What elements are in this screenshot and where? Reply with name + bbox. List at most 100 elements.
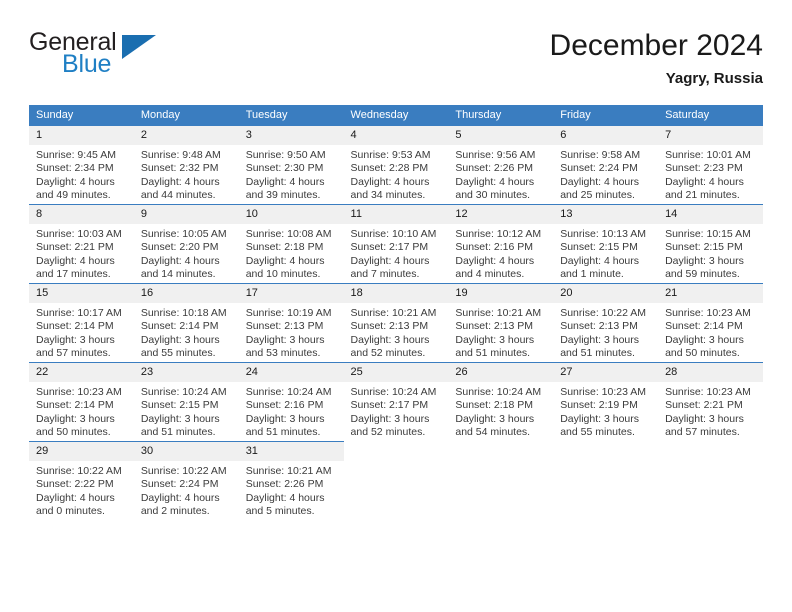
sunrise-time: Sunrise: 10:01 AM xyxy=(665,149,751,161)
sunrise-time: Sunrise: 10:21 AM xyxy=(350,307,437,319)
daylight-duration-line1: Daylight: 4 hours xyxy=(245,175,325,188)
daylight-duration-line1: Daylight: 4 hours xyxy=(36,491,115,504)
calendar-day-cell[interactable]: 24 Sunrise: 10:24 AM Sunset: 2:16 PM Daylig… xyxy=(238,362,344,442)
daylight-duration-line2: and 52 minutes. xyxy=(350,347,426,360)
sunrise-time: Sunrise: 10:21 AM xyxy=(245,465,332,477)
day-number: 16 xyxy=(133,284,239,303)
day-details: Sunrise: 10:19 AM Sunset: 2:13 PM Daylight… xyxy=(239,303,344,361)
weekday-header-row: Sunday Monday Tuesday Wednesday Thursday… xyxy=(29,105,763,126)
calendar-page: General Blue December 2024 Yagry, Russia… xyxy=(0,0,792,612)
calendar-day-cell[interactable]: 2 Sunrise: 9:48 AM Sunset: 2:32 PM Daylight… xyxy=(133,125,239,205)
day-details: Sunrise: 10:21 AM Sunset: 2:13 PM Daylight… xyxy=(448,303,553,361)
daylight-duration-line2: and 55 minutes. xyxy=(140,347,216,360)
sunrise-time: Sunrise: 10:23 AM xyxy=(36,386,122,398)
calendar-day-cell[interactable]: 21 Sunrise: 10:23 AM Sunset: 2:14 PM Daylig… xyxy=(658,283,763,363)
calendar-day-cell[interactable]: 5 Sunrise: 9:56 AM Sunset: 2:26 PM Daylight… xyxy=(448,125,554,205)
sunset-time: Sunset: 2:24 PM xyxy=(560,162,638,175)
sunset-time: Sunset: 2:32 PM xyxy=(140,162,219,175)
day-number: 19 xyxy=(448,284,554,303)
calendar-day-cell[interactable]: 30 Sunrise: 10:22 AM Sunset: 2:24 PM Daylig… xyxy=(133,441,239,520)
day-details: Sunrise: 9:56 AM Sunset: 2:26 PM Daylight:… xyxy=(448,145,553,203)
calendar-day-cell[interactable]: 7 Sunrise: 10:01 AM Sunset: 2:23 PM Dayligh… xyxy=(658,125,763,205)
calendar-day-cell[interactable]: 19 Sunrise: 10:21 AM Sunset: 2:13 PM Daylig… xyxy=(448,283,554,363)
day-details: Sunrise: 10:23 AM Sunset: 2:14 PM Daylight… xyxy=(29,382,134,440)
daylight-duration-line2: and 57 minutes. xyxy=(36,347,111,360)
calendar-day-cell[interactable]: 27 Sunrise: 10:23 AM Sunset: 2:19 PM Daylig… xyxy=(553,362,659,442)
day-number: 21 xyxy=(658,284,763,303)
calendar-day-cell[interactable]: 1 Sunrise: 9:45 AM Sunset: 2:34 PM Daylight… xyxy=(29,125,134,205)
calendar-day-cell[interactable]: 31 Sunrise: 10:21 AM Sunset: 2:26 PM Daylig… xyxy=(238,441,344,520)
calendar-day-cell[interactable]: 17 Sunrise: 10:19 AM Sunset: 2:13 PM Daylig… xyxy=(238,283,344,363)
calendar-day-cell[interactable]: 26 Sunrise: 10:24 AM Sunset: 2:18 PM Daylig… xyxy=(448,362,554,442)
daylight-duration-line1: Daylight: 4 hours xyxy=(140,254,220,267)
sunrise-time: Sunrise: 10:13 AM xyxy=(560,228,647,240)
calendar-day-cell[interactable]: 20 Sunrise: 10:22 AM Sunset: 2:13 PM Daylig… xyxy=(553,283,659,363)
calendar-day-cell[interactable]: 4 Sunrise: 9:53 AM Sunset: 2:28 PM Daylight… xyxy=(343,125,449,205)
sunrise-time: Sunrise: 10:23 AM xyxy=(665,386,751,398)
calendar-day-cell[interactable]: 8 Sunrise: 10:03 AM Sunset: 2:21 PM Dayligh… xyxy=(29,204,134,284)
general-blue-logo: General Blue xyxy=(29,28,249,86)
day-number: 18 xyxy=(343,284,449,303)
sunrise-time: Sunrise: 9:56 AM xyxy=(455,149,536,161)
calendar-day-cell[interactable]: 9 Sunrise: 10:05 AM Sunset: 2:20 PM Dayligh… xyxy=(133,204,239,284)
sunset-time: Sunset: 2:24 PM xyxy=(140,478,219,491)
calendar-week-row: 8 Sunrise: 10:03 AM Sunset: 2:21 PM Dayligh… xyxy=(29,204,763,284)
sunset-time: Sunset: 2:14 PM xyxy=(36,399,114,412)
calendar-day-cell[interactable]: 3 Sunrise: 9:50 AM Sunset: 2:30 PM Daylight… xyxy=(238,125,344,205)
sunset-time: Sunset: 2:17 PM xyxy=(350,399,429,412)
logo-text-blue: Blue xyxy=(62,50,112,78)
daylight-duration-line2: and 4 minutes. xyxy=(455,268,525,281)
daylight-duration-line2: and 51 minutes. xyxy=(140,426,216,439)
weekday-header-wednesday: Wednesday xyxy=(343,105,449,126)
day-details: Sunrise: 10:13 AM Sunset: 2:15 PM Daylight… xyxy=(553,224,658,282)
day-details: Sunrise: 10:03 AM Sunset: 2:21 PM Daylight… xyxy=(29,224,134,282)
day-number: 10 xyxy=(238,205,344,224)
daylight-duration-line1: Daylight: 3 hours xyxy=(36,412,115,425)
daylight-duration-line1: Daylight: 4 hours xyxy=(560,254,640,267)
calendar-day-cell[interactable]: 10 Sunrise: 10:08 AM Sunset: 2:18 PM Daylig… xyxy=(238,204,344,284)
daylight-duration-line1: Daylight: 3 hours xyxy=(36,333,115,346)
daylight-duration-line2: and 30 minutes. xyxy=(455,189,531,202)
sunset-time: Sunset: 2:16 PM xyxy=(455,241,534,254)
calendar-day-cell[interactable]: 16 Sunrise: 10:18 AM Sunset: 2:14 PM Daylig… xyxy=(133,283,239,363)
sunset-time: Sunset: 2:14 PM xyxy=(665,320,743,333)
calendar-day-cell[interactable]: 18 Sunrise: 10:21 AM Sunset: 2:13 PM Daylig… xyxy=(343,283,449,363)
calendar-day-cell[interactable]: 22 Sunrise: 10:23 AM Sunset: 2:14 PM Daylig… xyxy=(29,362,134,442)
day-number: 3 xyxy=(238,126,344,145)
calendar-day-cell[interactable]: 28 Sunrise: 10:23 AM Sunset: 2:21 PM Daylig… xyxy=(658,362,763,442)
daylight-duration-line2: and 49 minutes. xyxy=(36,189,111,202)
day-number xyxy=(553,442,658,461)
day-number: 4 xyxy=(343,126,449,145)
calendar-day-cell[interactable]: 23 Sunrise: 10:24 AM Sunset: 2:15 PM Daylig… xyxy=(133,362,239,442)
day-details: Sunrise: 9:50 AM Sunset: 2:30 PM Daylight:… xyxy=(239,145,344,203)
daylight-duration-line2: and 21 minutes. xyxy=(665,189,740,202)
sunrise-time: Sunrise: 10:23 AM xyxy=(560,386,647,398)
day-number: 6 xyxy=(553,126,659,145)
daylight-duration-line2: and 57 minutes. xyxy=(665,426,740,439)
calendar-week-row: 1 Sunrise: 9:45 AM Sunset: 2:34 PM Daylight… xyxy=(29,125,763,205)
day-number: 20 xyxy=(553,284,659,303)
sunset-time: Sunset: 2:21 PM xyxy=(36,241,114,254)
calendar-day-cell[interactable]: 15 Sunrise: 10:17 AM Sunset: 2:14 PM Daylig… xyxy=(29,283,134,363)
daylight-duration-line2: and 39 minutes. xyxy=(245,189,321,202)
calendar-day-cell[interactable]: 13 Sunrise: 10:13 AM Sunset: 2:15 PM Daylig… xyxy=(553,204,659,284)
daylight-duration-line1: Daylight: 3 hours xyxy=(350,412,430,425)
day-details: Sunrise: 10:15 AM Sunset: 2:15 PM Daylight… xyxy=(658,224,763,282)
day-details: Sunrise: 9:48 AM Sunset: 2:32 PM Daylight:… xyxy=(134,145,239,203)
day-number: 28 xyxy=(658,363,763,382)
sunset-time: Sunset: 2:15 PM xyxy=(665,241,743,254)
calendar-day-cell[interactable]: 14 Sunrise: 10:15 AM Sunset: 2:15 PM Daylig… xyxy=(658,204,763,284)
calendar-day-cell[interactable]: 25 Sunrise: 10:24 AM Sunset: 2:17 PM Daylig… xyxy=(343,362,449,442)
calendar-day-cell[interactable]: 6 Sunrise: 9:58 AM Sunset: 2:24 PM Daylight… xyxy=(553,125,659,205)
calendar-day-cell[interactable]: 29 Sunrise: 10:22 AM Sunset: 2:22 PM Daylig… xyxy=(29,441,134,520)
calendar-day-cell[interactable]: 12 Sunrise: 10:12 AM Sunset: 2:16 PM Daylig… xyxy=(448,204,554,284)
page-subtitle-location: Yagry, Russia xyxy=(665,70,763,87)
sunrise-time: Sunrise: 10:03 AM xyxy=(36,228,122,240)
calendar-day-cell[interactable]: 11 Sunrise: 10:10 AM Sunset: 2:17 PM Daylig… xyxy=(343,204,449,284)
day-details: Sunrise: 10:08 AM Sunset: 2:18 PM Daylight… xyxy=(239,224,344,282)
day-number: 12 xyxy=(448,205,554,224)
daylight-duration-line1: Daylight: 4 hours xyxy=(560,175,640,188)
weekday-header-thursday: Thursday xyxy=(448,105,554,126)
sunrise-time: Sunrise: 9:48 AM xyxy=(140,149,221,161)
daylight-duration-line2: and 55 minutes. xyxy=(560,426,635,439)
